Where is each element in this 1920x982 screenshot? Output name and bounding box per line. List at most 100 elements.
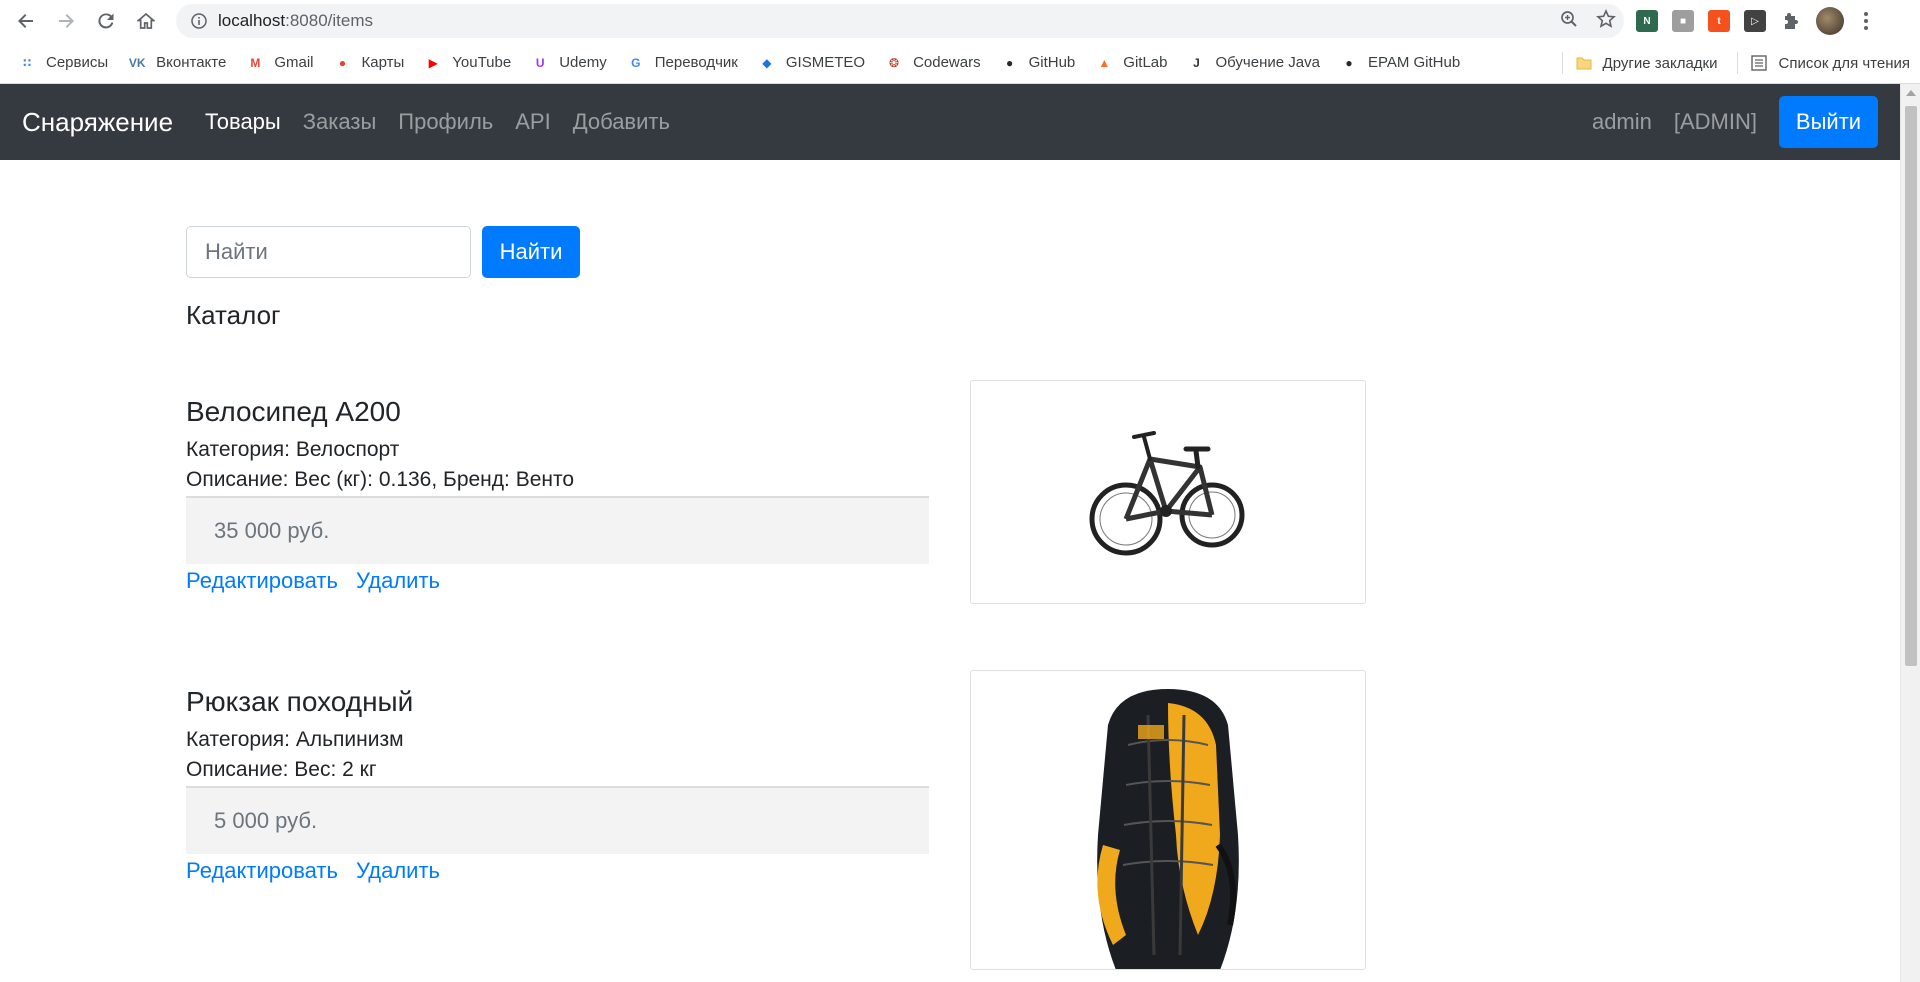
item-image-backpack bbox=[970, 670, 1366, 970]
delete-link[interactable]: Удалить bbox=[356, 568, 440, 594]
bookmark-label: Обучение Java bbox=[1215, 54, 1320, 71]
home-button[interactable] bbox=[126, 0, 166, 42]
web-page: Снаряжение Товары Заказы Профиль API Доб… bbox=[0, 84, 1900, 982]
translate-icon: G bbox=[631, 55, 641, 70]
gitlab-icon: ▲ bbox=[1098, 55, 1111, 70]
bookmark-github[interactable]: ● EPAM GitHub bbox=[1340, 54, 1460, 72]
profile-avatar[interactable] bbox=[1816, 7, 1844, 35]
java-icon: J bbox=[1193, 55, 1200, 70]
bookmarks-separator bbox=[1737, 52, 1739, 74]
bookmark-gismeteo[interactable]: ◆ GISMETEO bbox=[758, 54, 865, 72]
bookmark-label: YouTube bbox=[452, 54, 512, 71]
other-bookmarks[interactable]: Другие закладки bbox=[1575, 54, 1718, 72]
folder-icon bbox=[1575, 54, 1593, 72]
nav-username[interactable]: admin bbox=[1592, 109, 1652, 135]
bookmark-youtube[interactable]: ▶ YouTube bbox=[424, 54, 512, 72]
zoom-icon[interactable] bbox=[1560, 10, 1578, 33]
chrome-menu-icon[interactable] bbox=[1858, 12, 1874, 30]
item-price: 5 000 руб. bbox=[186, 786, 929, 854]
address-bar[interactable]: localhost:8080/items bbox=[176, 4, 1624, 38]
page-scrollbar[interactable] bbox=[1900, 84, 1920, 982]
delete-link[interactable]: Удалить bbox=[356, 858, 440, 884]
other-bookmarks-label: Другие закладки bbox=[1602, 54, 1718, 72]
site-brand[interactable]: Снаряжение bbox=[22, 107, 173, 138]
bookmark-java[interactable]: J Обучение Java bbox=[1187, 54, 1320, 72]
github-icon: ● bbox=[1345, 55, 1353, 70]
new-extension-icon[interactable]: N bbox=[1636, 10, 1658, 32]
bookmark-codewars[interactable]: ❂ Codewars bbox=[885, 54, 981, 72]
back-button[interactable] bbox=[6, 0, 46, 42]
catalog-item: Рюкзак походный Категория: Альпинизм Опи… bbox=[186, 670, 1366, 970]
bookmark-star-icon[interactable] bbox=[1596, 8, 1616, 34]
item-image-bicycle bbox=[970, 380, 1366, 604]
bookmark-label: Переводчик bbox=[654, 54, 738, 71]
bookmark-label: Codewars bbox=[913, 54, 981, 71]
bookmark-label: Udemy bbox=[559, 54, 607, 71]
site-info-icon[interactable] bbox=[182, 13, 216, 29]
bookmark-maps-pin[interactable]: ● Карты bbox=[334, 54, 405, 72]
gismeteo-icon: ◆ bbox=[762, 55, 772, 70]
nav-link-api[interactable]: API bbox=[515, 109, 550, 135]
search-form: Найти bbox=[186, 226, 1366, 278]
bookmark-label: Вконтакте bbox=[156, 54, 227, 71]
reading-list-icon bbox=[1750, 54, 1768, 72]
bookmark-github[interactable]: ● GitHub bbox=[1001, 54, 1076, 72]
nav-role: [ADMIN] bbox=[1673, 109, 1757, 134]
bookmark-udemy[interactable]: U Udemy bbox=[531, 54, 607, 72]
catalog-heading: Каталог bbox=[186, 300, 281, 330]
udemy-icon: U bbox=[535, 55, 545, 70]
gmail-icon: M bbox=[250, 55, 261, 70]
url-text: localhost:8080/items bbox=[218, 11, 373, 30]
search-input[interactable] bbox=[186, 226, 471, 278]
clapper-extension-icon[interactable]: ▷ bbox=[1744, 10, 1766, 32]
edit-link[interactable]: Редактировать bbox=[186, 858, 338, 884]
nav-link-orders[interactable]: Заказы bbox=[303, 109, 377, 135]
bookmark-vk[interactable]: VK Вконтакте bbox=[128, 54, 227, 72]
bookmark-apps-grid[interactable]: ∷ Сервисы bbox=[18, 54, 108, 72]
bookmark-gitlab[interactable]: ▲ GitLab bbox=[1095, 54, 1167, 72]
bookmark-label: Gmail bbox=[274, 54, 314, 71]
nav-link-profile[interactable]: Профиль bbox=[398, 109, 493, 135]
vk-icon: VK bbox=[128, 55, 146, 70]
github-icon: ● bbox=[1005, 55, 1014, 70]
bookmark-label: EPAM GitHub bbox=[1367, 54, 1461, 71]
item-price: 35 000 руб. bbox=[186, 496, 929, 564]
bookmark-label: GISMETEO bbox=[785, 54, 866, 71]
bookmark-label: Карты bbox=[361, 54, 405, 71]
scroll-up-arrow-icon[interactable] bbox=[1906, 90, 1916, 96]
bookmark-label: GitHub bbox=[1028, 54, 1076, 71]
youtube-icon: ▶ bbox=[428, 55, 438, 70]
t-extension-icon[interactable]: t bbox=[1708, 10, 1730, 32]
nav-link-add[interactable]: Добавить bbox=[573, 109, 670, 135]
bookmarks-separator bbox=[1561, 52, 1563, 74]
bookmark-translate[interactable]: G Переводчик bbox=[627, 54, 738, 72]
maps-pin-icon: ● bbox=[338, 55, 347, 70]
reading-list[interactable]: Список для чтения bbox=[1750, 54, 1910, 72]
puzzle-extensions-icon[interactable] bbox=[1780, 10, 1802, 32]
bookmark-label: Сервисы bbox=[46, 54, 109, 71]
logout-button[interactable]: Выйти bbox=[1779, 96, 1878, 148]
bookmark-label: GitLab bbox=[1123, 54, 1168, 71]
edit-link[interactable]: Редактировать bbox=[186, 568, 338, 594]
scrollbar-thumb[interactable] bbox=[1905, 106, 1917, 666]
bicycle-image bbox=[1089, 431, 1245, 556]
nav-link-items[interactable]: Товары bbox=[205, 109, 281, 135]
reload-icon bbox=[98, 13, 114, 29]
bookmarks-bar: ∷ Сервисы VK Вконтакте M Gmail ● Карты ▶ YouTube U… bbox=[0, 42, 1920, 84]
arrow-right-icon bbox=[59, 14, 74, 28]
bookmark-gmail[interactable]: M Gmail bbox=[246, 54, 313, 72]
main-content: Найти Каталог Велосипед А200 Категория: … bbox=[186, 226, 1366, 970]
search-button[interactable]: Найти bbox=[482, 226, 580, 278]
backpack-image bbox=[1097, 689, 1239, 969]
codewars-icon: ❂ bbox=[889, 55, 900, 70]
forward-button[interactable] bbox=[46, 0, 86, 42]
apps-grid-icon: ∷ bbox=[22, 55, 32, 70]
profile-extension-icon[interactable]: ■ bbox=[1672, 10, 1694, 32]
reload-button[interactable] bbox=[86, 0, 126, 42]
arrow-left-icon bbox=[18, 14, 33, 28]
home-icon bbox=[137, 12, 155, 29]
site-navbar: Снаряжение Товары Заказы Профиль API Доб… bbox=[0, 84, 1900, 160]
browser-toolbar: localhost:8080/items N ■ t ▷ bbox=[0, 0, 1920, 42]
catalog-item: Велосипед А200 Категория: Велоспорт Опис… bbox=[186, 380, 1366, 604]
reading-list-label: Список для чтения bbox=[1778, 54, 1910, 72]
